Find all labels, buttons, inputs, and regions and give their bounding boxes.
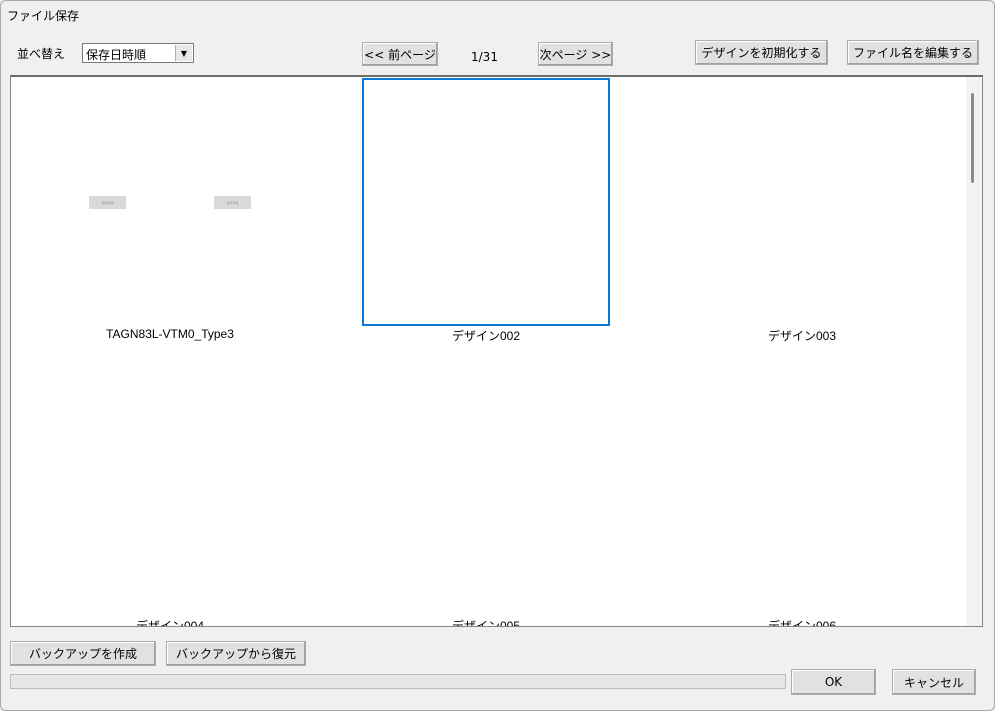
create-backup-button[interactable]: バックアップを作成 [10,641,156,666]
file-save-dialog: ファイル保存 並べ替え 保存日時順 ▼ << 前ページ 1/31 次ページ >>… [0,0,995,711]
progress-bar [10,674,786,689]
chevron-down-icon[interactable]: ▼ [175,45,192,61]
design-caption-1: TAGN83L-VTM0_Type3 [106,327,234,341]
reset-design-button[interactable]: デザインを初期化する [695,40,828,65]
design-thumbnail-4[interactable] [46,367,294,615]
restore-backup-button[interactable]: バックアップから復元 [166,641,306,666]
design-caption-5: デザイン005 [451,619,521,627]
design-thumbnail-6[interactable] [678,367,926,615]
edit-filename-button[interactable]: ファイル名を編集する [847,40,979,65]
design-grid: 保存準備 保存準備 TAGN83L-VTM0_Type3 デザイン002 デザイ… [10,75,983,627]
sort-dropdown-value: 保存日時順 [86,48,147,62]
window-title: ファイル保存 [7,9,80,23]
prev-page-button[interactable]: << 前ページ [362,42,438,66]
preview-placeholder: 保存準備 [214,196,251,209]
design-thumbnail-1[interactable]: 保存準備 保存準備 [71,77,319,325]
design-caption-6: デザイン006 [767,619,837,627]
design-caption-3: デザイン003 [767,329,837,343]
page-indicator: 1/31 [471,50,498,64]
next-page-button[interactable]: 次ページ >> [538,42,613,66]
design-thumbnail-2[interactable] [362,78,610,326]
design-caption-2: デザイン002 [451,329,521,343]
ok-button[interactable]: OK [791,669,876,695]
preview-placeholder: 保存準備 [89,196,126,209]
sort-label: 並べ替え [17,47,66,61]
cancel-button[interactable]: キャンセル [892,669,976,695]
scrollbar-thumb[interactable] [971,93,974,183]
vertical-scrollbar[interactable] [966,77,982,626]
design-caption-4: デザイン004 [135,619,205,627]
design-thumbnail-5[interactable] [362,367,610,615]
design-thumbnail-3[interactable] [678,78,926,326]
sort-dropdown[interactable]: 保存日時順 ▼ [82,43,194,63]
